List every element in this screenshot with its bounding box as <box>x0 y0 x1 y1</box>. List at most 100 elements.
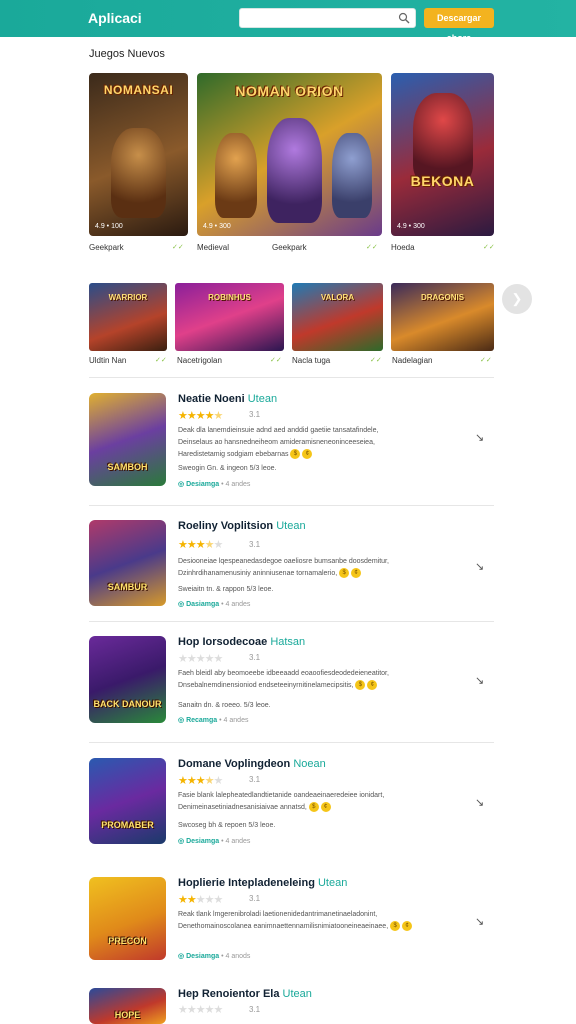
game-thumb[interactable]: ROBINHUS <box>175 283 284 351</box>
thumb-label[interactable]: Nadelagian <box>392 356 432 365</box>
item-description: Desiooneiae lqespeanedasdegoe oaeliosre … <box>178 558 389 579</box>
verified-badge: ✓✓ <box>155 357 167 364</box>
coin-icon: $ <box>308 802 319 813</box>
install-link[interactable]: ◎ Desiamga • 4 andes <box>178 480 250 488</box>
featured-label[interactable]: Geekpark <box>272 243 307 252</box>
hero-figure <box>413 93 473 183</box>
featured-card[interactable]: NOMAN ORION 4.9 • 300 <box>197 73 382 236</box>
list-item[interactable]: BACK DANOUR Hop Iorsodecoae Hatsan ★★★★★… <box>89 636 494 736</box>
item-subtitle: Utean <box>282 988 312 1000</box>
star-rating: ★★★★★ <box>178 410 223 422</box>
item-subtitle: Utean <box>276 520 306 532</box>
item-title-text: Roeliny Voplitsion <box>178 520 274 532</box>
icon-art: PRECON <box>108 936 147 946</box>
item-description: Faeh bleidl aby beomoeebe idbeeaadd eoao… <box>178 670 389 691</box>
thumb-label[interactable]: Nacla tuga <box>292 356 330 365</box>
list-item[interactable]: HOPE Hep Renoientor Ela Utean ★★★★★ 3.1 <box>89 988 494 1024</box>
app-icon[interactable]: SAMBOH <box>89 393 166 486</box>
more-arrow-icon[interactable]: ↘ <box>475 431 484 444</box>
app-icon[interactable]: HOPE <box>89 988 166 1024</box>
item-title[interactable]: Hoplierie Intepladeneleing Utean <box>178 877 347 889</box>
coin-icon: ¢ <box>367 680 378 691</box>
item-sizes: Sanaitn dn. & roeeo. 5/3 leoe. <box>178 702 271 709</box>
divider <box>89 621 494 622</box>
item-title[interactable]: Neatie Noeni Utean <box>178 393 277 405</box>
app-icon[interactable]: PRECON <box>89 877 166 960</box>
install-link[interactable]: ◎ Desiamga • 4 anods <box>178 952 250 960</box>
item-description: Fasie blank lalepheatedlandtietanide oan… <box>178 792 385 813</box>
featured-label[interactable]: Medieval <box>197 243 229 252</box>
icon-art: SAMBOH <box>107 462 148 472</box>
list-item[interactable]: SAMBOH Neatie Noeni Utean ★★★★★ 3.1 Deak… <box>89 393 494 493</box>
rating-value: 3.1 <box>249 410 261 419</box>
install-link[interactable]: ◎ Dasiamga • 4 andes <box>178 600 250 608</box>
app-icon[interactable]: BACK DANOUR <box>89 636 166 723</box>
app-logo[interactable]: Aplicaci <box>88 10 142 26</box>
item-subtitle: Utean <box>317 877 348 889</box>
game-thumb[interactable]: DRAGONIS <box>391 283 494 351</box>
app-icon[interactable]: PROMABER <box>89 758 166 844</box>
verified-badge: ✓✓ <box>270 357 282 364</box>
divider <box>89 505 494 506</box>
list-item[interactable]: PRECON Hoplierie Intepladeneleing Utean … <box>89 877 494 977</box>
game-title-art: NOMANSAI <box>103 83 174 97</box>
search-input[interactable] <box>246 10 396 29</box>
more-arrow-icon[interactable]: ↘ <box>475 796 484 809</box>
thumb-label[interactable]: Uldtin Nan <box>89 356 126 365</box>
install-link[interactable]: ◎ Desiamga • 4 andes <box>178 837 250 845</box>
item-title-text: Neatie Noeni <box>178 393 245 405</box>
search-icon[interactable] <box>398 12 410 24</box>
item-title[interactable]: Hop Iorsodecoae Hatsan <box>178 636 305 648</box>
search-box[interactable] <box>239 8 416 29</box>
top-bar: Aplicaci Descargar ahora <box>0 0 576 43</box>
item-title-text: Hop Iorsodecoae <box>178 636 268 648</box>
rating-value: 3.1 <box>249 1005 261 1014</box>
download-button[interactable]: Descargar ahora <box>424 8 494 43</box>
card-meta: 4.9 • 300 <box>203 223 231 230</box>
hero-figure <box>111 128 166 218</box>
rating-value: 3.1 <box>249 540 261 549</box>
game-thumb[interactable]: VALORA <box>292 283 383 351</box>
featured-label[interactable]: Hoeda <box>391 243 415 252</box>
item-title[interactable]: Hep Renoientor Ela Utean <box>178 988 312 1000</box>
divider <box>89 742 494 743</box>
next-arrow-button[interactable]: ❯ <box>502 284 532 314</box>
star-rating: ★★★★★ <box>178 539 223 551</box>
verified-badge: ✓✓ <box>483 244 495 251</box>
thumb-art: WARRIOR <box>108 293 148 302</box>
verified-badge: ✓✓ <box>172 244 184 251</box>
more-arrow-icon[interactable]: ↘ <box>475 674 484 687</box>
section-title: Juegos Nuevos <box>89 48 165 60</box>
verified-badge: ✓✓ <box>366 244 378 251</box>
app-icon[interactable]: SAMBUR <box>89 520 166 606</box>
install-link[interactable]: ◎ Recamga • 4 andes <box>178 716 248 724</box>
more-arrow-icon[interactable]: ↘ <box>475 915 484 928</box>
chevron-right-icon: ❯ <box>511 291 523 306</box>
star-rating: ★★★★★ <box>178 775 223 787</box>
list-item[interactable]: SAMBUR Roeliny Voplitsion Utean ★★★★★ 3.… <box>89 520 494 620</box>
item-subtitle: Noean <box>293 758 326 770</box>
more-arrow-icon[interactable]: ↘ <box>475 560 484 573</box>
game-thumb[interactable]: WARRIOR <box>89 283 167 351</box>
divider <box>89 377 494 378</box>
hero-figure <box>215 133 257 218</box>
icon-art: PROMABER <box>101 820 154 830</box>
item-title-text: Hoplierie Intepladeneleing <box>178 877 315 889</box>
item-title[interactable]: Roeliny Voplitsion Utean <box>178 520 306 532</box>
item-description: Reak tlank lmgerenibroladi laetionenided… <box>178 909 448 933</box>
item-title[interactable]: Domane Voplingdeon Noean <box>178 758 326 770</box>
thumb-label[interactable]: Nacetrigolan <box>177 356 222 365</box>
item-sizes: Sweogin Gn. & ingeon 5/3 leoe. <box>178 465 277 472</box>
game-title-art: NOMAN ORION <box>235 83 344 99</box>
coin-icon: ¢ <box>302 449 313 460</box>
item-title-text: Domane Voplingdeon <box>178 758 291 770</box>
featured-label[interactable]: Geekpark <box>89 243 124 252</box>
featured-card[interactable]: NOMANSAI 4.9 • 100 <box>89 73 188 236</box>
game-title-art: BEKONA <box>410 173 475 189</box>
icon-art: HOPE <box>114 1010 141 1020</box>
featured-card[interactable]: BEKONA 4.9 • 300 <box>391 73 494 236</box>
list-item[interactable]: PROMABER Domane Voplingdeon Noean ★★★★★ … <box>89 758 494 858</box>
star-rating: ★★★★★ <box>178 653 223 665</box>
rating-value: 3.1 <box>249 775 261 784</box>
coin-icon: $ <box>290 449 301 460</box>
